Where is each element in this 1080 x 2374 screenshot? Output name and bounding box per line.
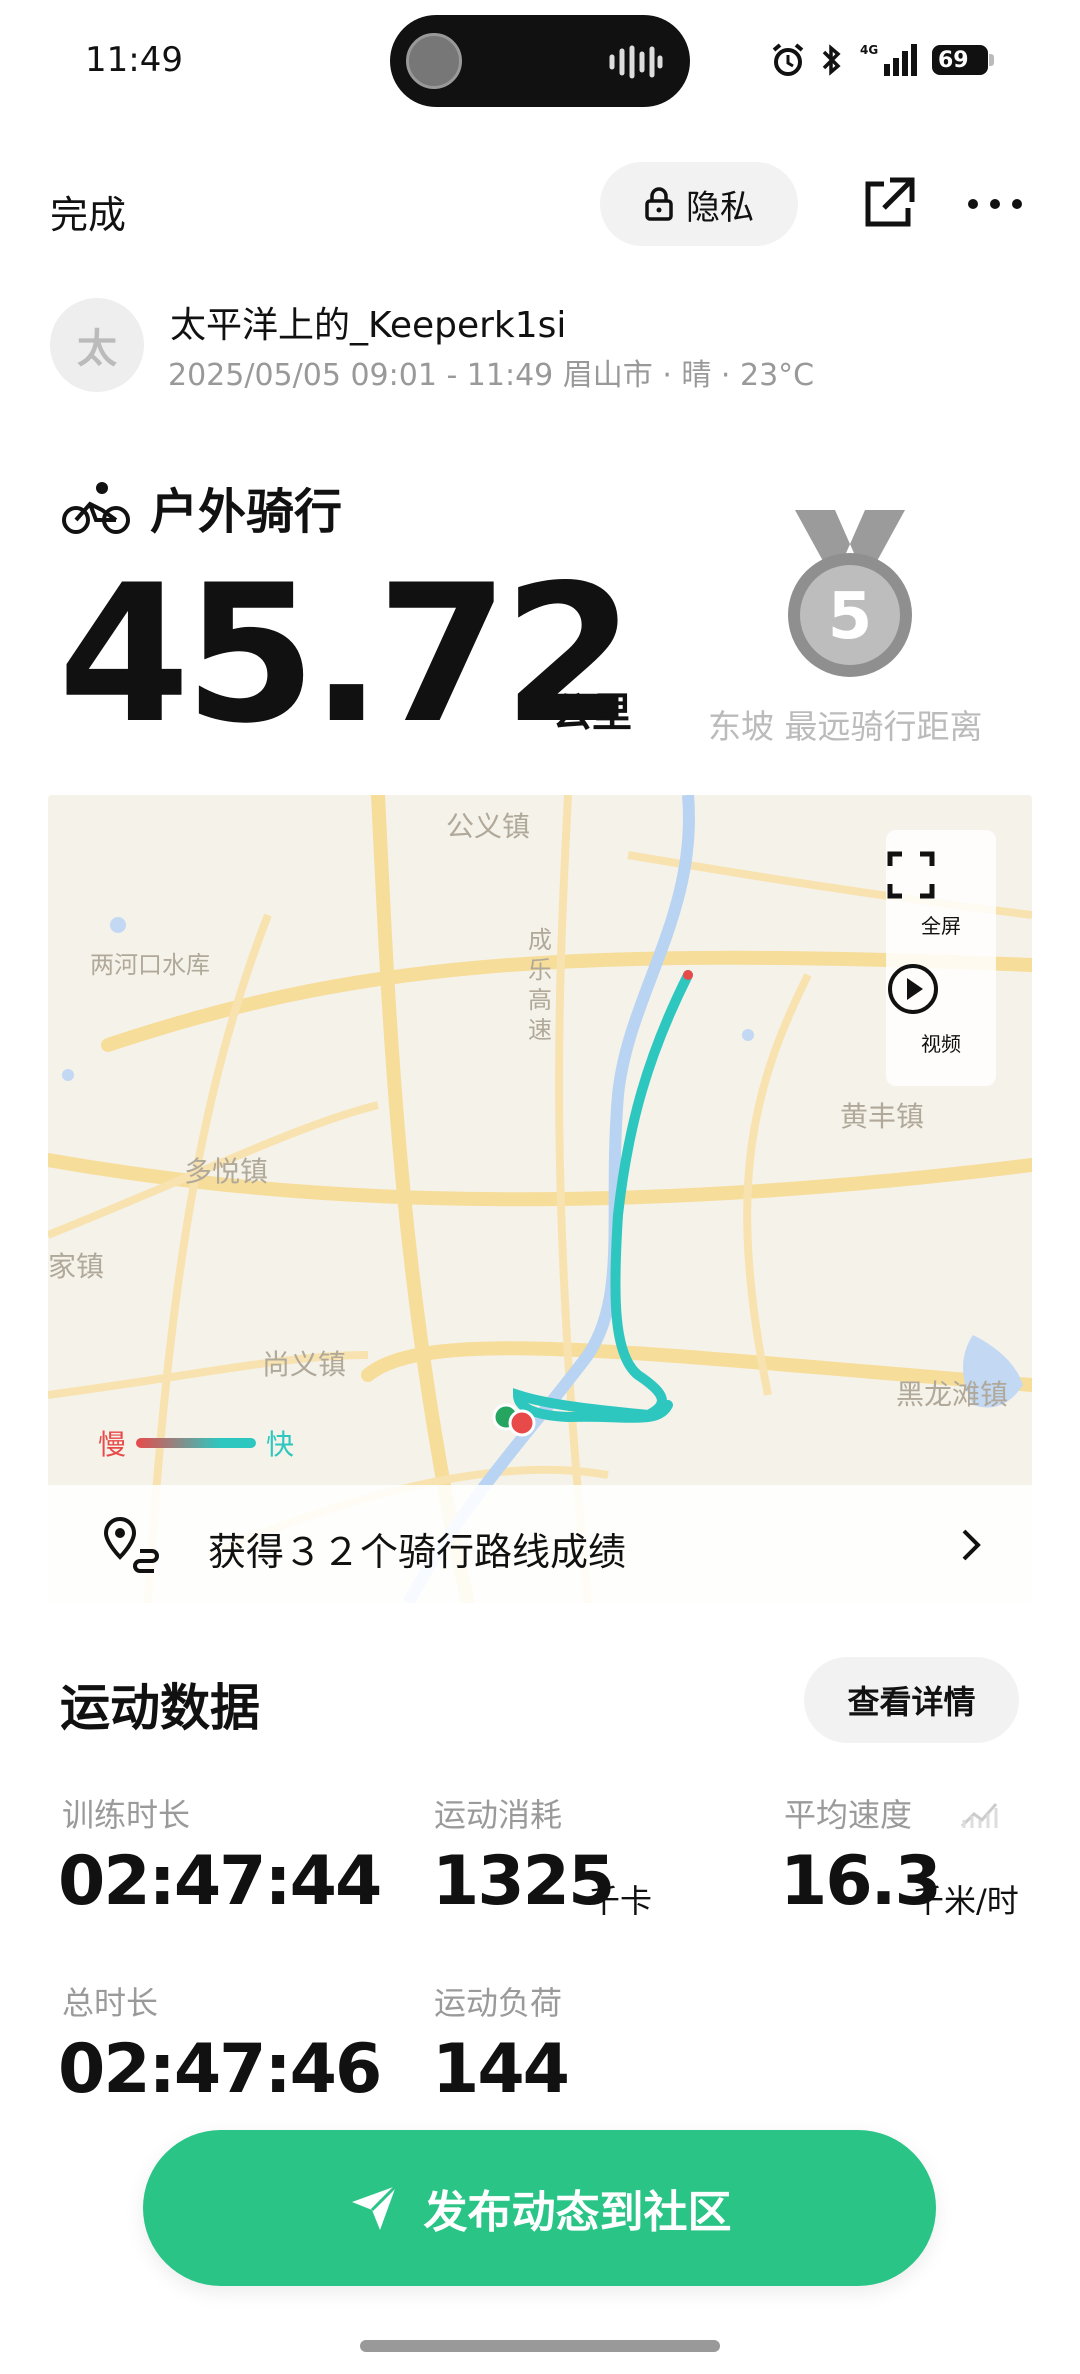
stat-value: 1325: [432, 1842, 615, 1921]
fullscreen-icon: [887, 851, 935, 899]
route-map[interactable]: 公义镇 成乐高速 两河口水库 黄丰镇 多悦镇 家镇 尚义镇 黑龙滩镇 全屏 视频…: [48, 795, 1032, 1603]
user-name: 太平洋上的_Keeperk1si: [170, 305, 567, 346]
map-label: 黑龙滩镇: [896, 1378, 1009, 1411]
map-label: 尚义镇: [262, 1348, 347, 1381]
lock-icon: [645, 187, 673, 221]
send-icon: [351, 2184, 397, 2230]
signal-icon: 4G: [860, 43, 917, 76]
medal-icon[interactable]: 5: [785, 510, 915, 690]
video-button[interactable]: 视频: [886, 958, 996, 1068]
fullscreen-button[interactable]: 全屏: [886, 830, 996, 940]
route-pin-icon: [103, 1516, 159, 1573]
alarm-icon: [772, 43, 804, 76]
share-icon[interactable]: [860, 176, 916, 232]
medal-number: 5: [828, 580, 873, 654]
speed-legend: 慢 快: [98, 1423, 294, 1463]
workout-type: 户外骑行: [150, 484, 343, 540]
publish-to-community-button[interactable]: 发布动态到社区: [143, 2130, 936, 2286]
top-bar: 完成 隐私: [0, 150, 1080, 260]
battery-level: 69: [938, 47, 969, 73]
system-icons: 4G 69: [770, 36, 1000, 84]
status-time: 11:49: [85, 40, 183, 80]
stat-value: 144: [432, 2030, 570, 2109]
privacy-label: 隐私: [686, 187, 754, 228]
bluetooth-icon: [822, 44, 841, 76]
cycling-icon: [62, 482, 130, 534]
speed-gradient: [136, 1438, 257, 1448]
album-art-icon: [406, 33, 462, 89]
stat-unit: 千米/时: [912, 1882, 1019, 1920]
medal-label: 东坡 最远骑行距离: [708, 707, 983, 746]
stat-label: 总时长: [62, 1984, 159, 2022]
map-label: 黄丰镇: [840, 1100, 925, 1133]
map-controls: 全屏 视频: [886, 830, 996, 1086]
route-achievement-row[interactable]: 获得３２个骑行路线成绩: [48, 1485, 1032, 1603]
audio-wave-icon: [609, 45, 663, 79]
stats-title: 运动数据: [60, 1679, 260, 1737]
done-button[interactable]: 完成: [50, 184, 126, 239]
map-label: 两河口水库: [90, 951, 210, 979]
privacy-button[interactable]: 隐私: [600, 162, 798, 246]
stat-unit: 千卡: [588, 1882, 653, 1920]
status-bar: 11:49 4G 69: [0, 0, 1080, 120]
stat-label: 运动消耗: [434, 1796, 563, 1834]
battery-icon: 69: [932, 45, 994, 75]
chart-icon[interactable]: [958, 1790, 1000, 1830]
avatar[interactable]: 太: [50, 298, 144, 392]
stat-label: 平均速度: [784, 1796, 913, 1834]
svg-text:4G: 4G: [860, 43, 878, 57]
chevron-right-icon: [962, 1529, 981, 1561]
publish-label: 发布动态到社区: [423, 2187, 732, 2238]
map-canvas: [48, 795, 1032, 1603]
user-row: 太 太平洋上的_Keeperk1si 2025/05/05 09:01 - 11…: [0, 290, 1080, 400]
video-label: 视频: [921, 1032, 961, 1056]
legend-slow: 慢: [98, 1428, 127, 1461]
stat-label: 训练时长: [62, 1796, 191, 1834]
dynamic-island[interactable]: [390, 15, 690, 107]
legend-fast: 快: [266, 1428, 295, 1461]
view-details-button[interactable]: 查看详情: [804, 1657, 1019, 1743]
stat-value: 02:47:44: [58, 1842, 382, 1921]
distance-value: 45.72: [58, 544, 635, 765]
stat-value: 02:47:46: [58, 2030, 382, 2109]
stat-label: 运动负荷: [434, 1984, 563, 2022]
more-icon[interactable]: [965, 176, 1025, 232]
map-label: 公义镇: [446, 810, 531, 843]
play-icon: [888, 964, 938, 1014]
home-indicator[interactable]: [360, 2340, 720, 2352]
achievement-text: 获得３２个骑行路线成绩: [208, 1530, 627, 1574]
fullscreen-label: 全屏: [921, 914, 961, 938]
map-label: 家镇: [48, 1250, 105, 1283]
map-label: 成乐高速: [528, 926, 552, 1044]
workout-meta: 2025/05/05 09:01 - 11:49 眉山市 · 晴 · 23°C: [168, 358, 815, 393]
distance-unit: 公里: [552, 690, 632, 736]
map-label: 多悦镇: [184, 1155, 269, 1188]
